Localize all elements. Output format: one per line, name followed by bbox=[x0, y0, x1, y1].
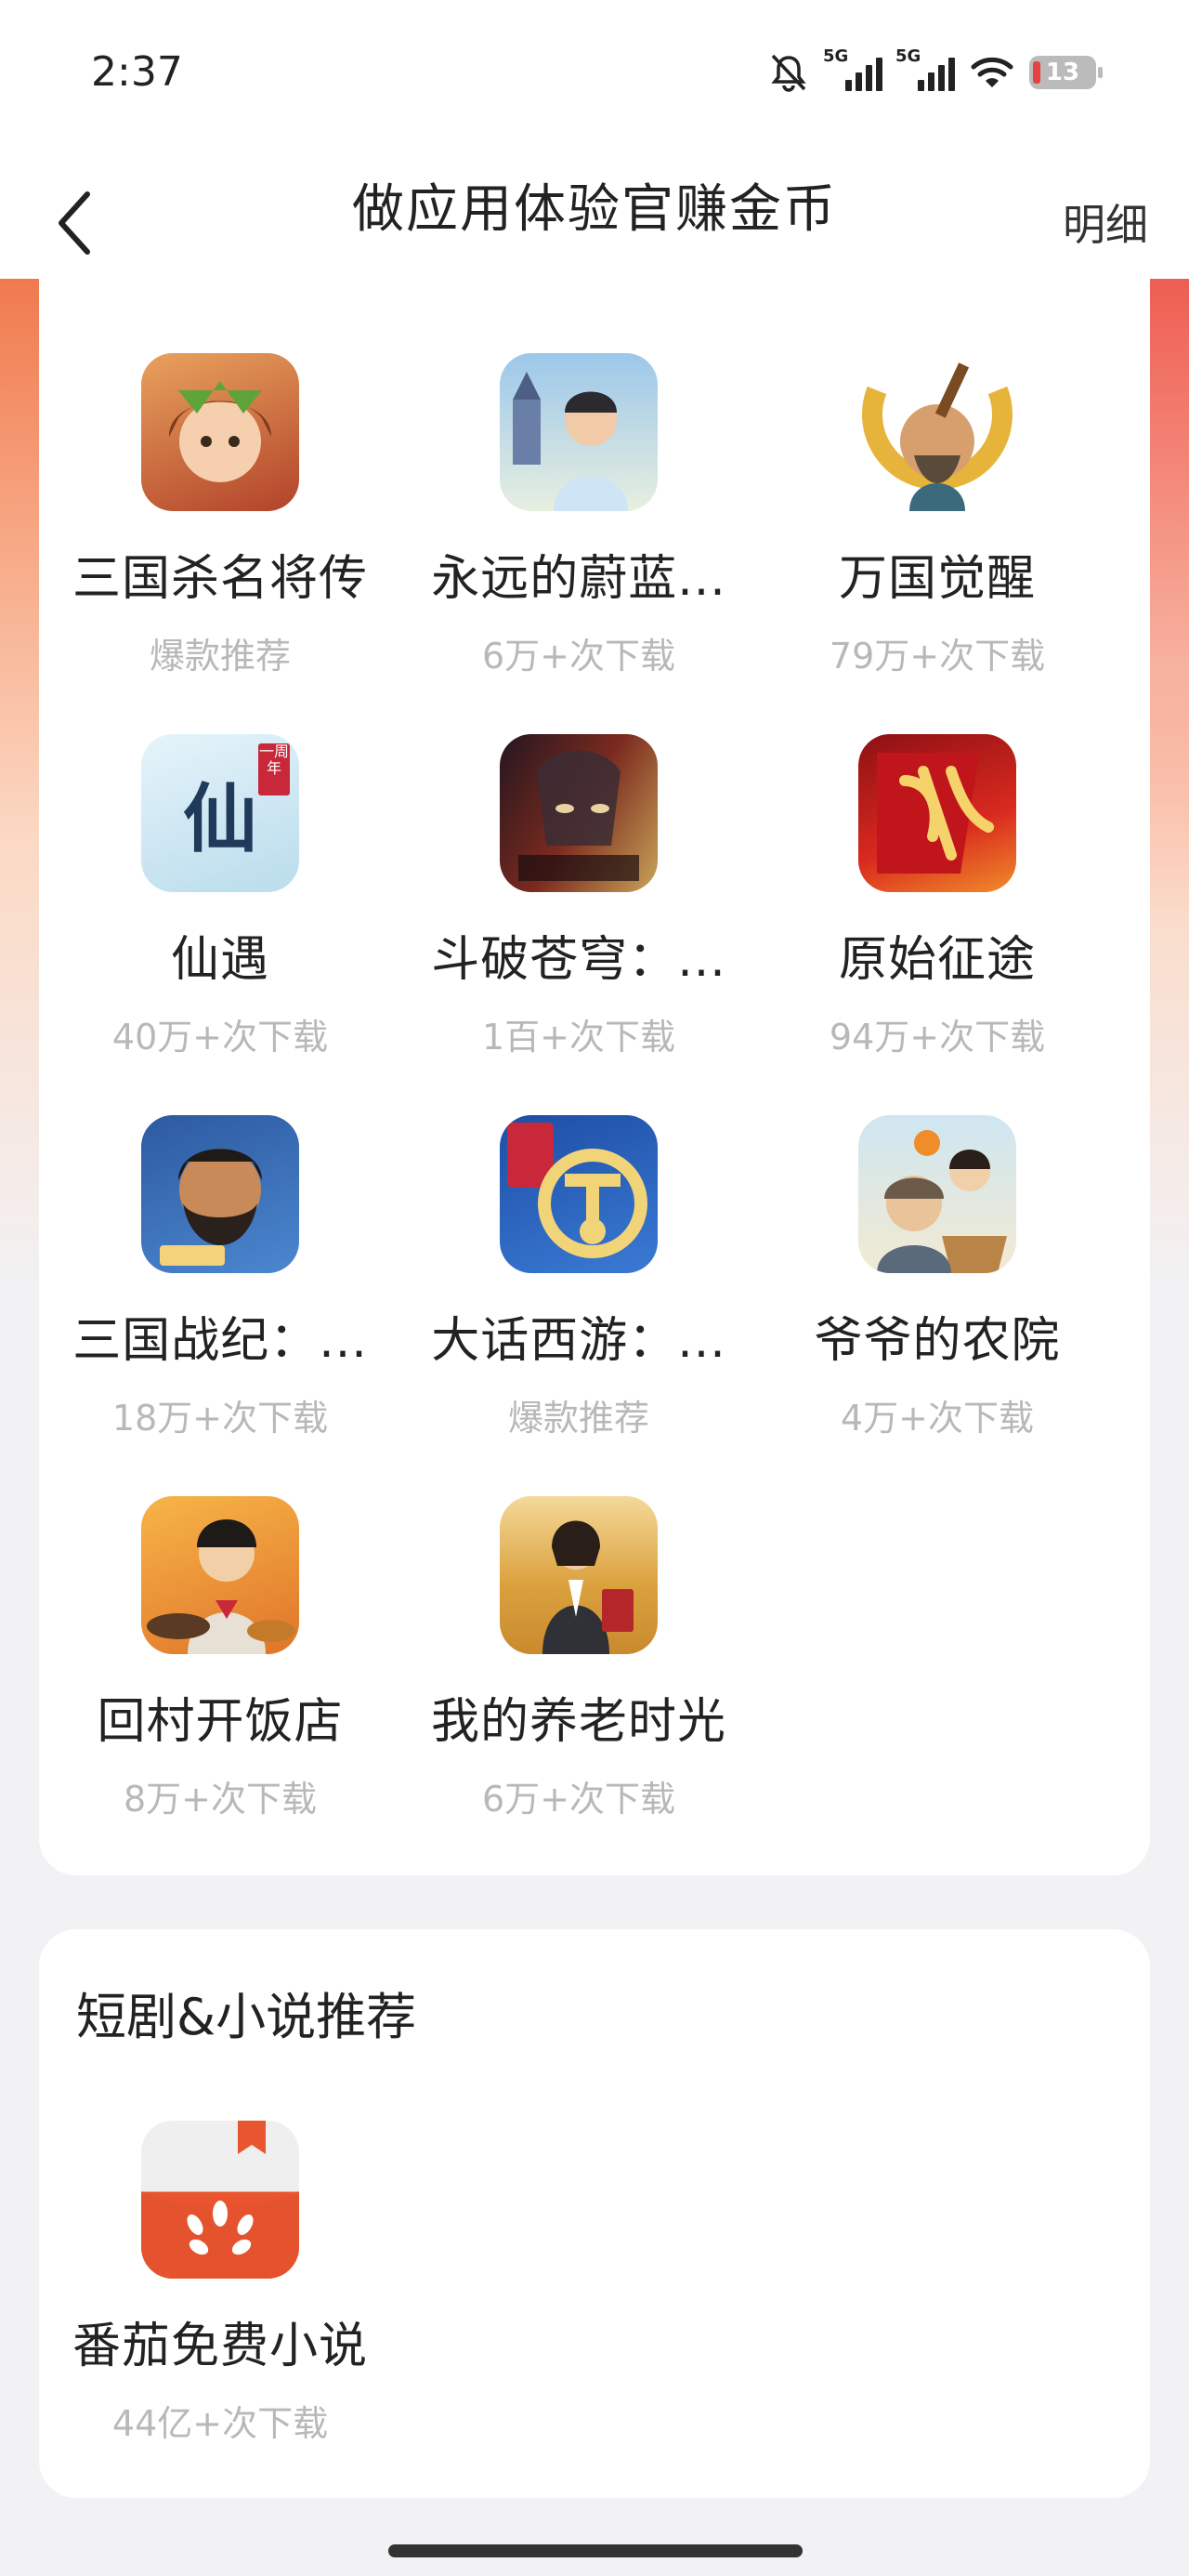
section-title: 短剧&小说推荐 bbox=[76, 1988, 417, 2046]
app-name: 大话西游：... bbox=[431, 1313, 726, 1369]
app-downloads: 6万+次下载 bbox=[481, 1779, 676, 1820]
app-name: 原始征途 bbox=[838, 932, 1036, 988]
app-name: 三国杀名将传 bbox=[72, 551, 368, 607]
page-title: 做应用体验官赚金币 bbox=[352, 179, 837, 240]
app-downloads: 40万+次下载 bbox=[111, 1017, 329, 1058]
signal-2-icon: 5G bbox=[895, 46, 955, 91]
businesswoman-field-icon bbox=[500, 1496, 658, 1654]
signal-1-icon: 5G bbox=[823, 46, 882, 91]
battery-level: 13 bbox=[1045, 59, 1080, 86]
app-downloads: 44亿+次下载 bbox=[111, 2403, 329, 2444]
red-banner-icon bbox=[858, 734, 1016, 892]
app-downloads: 79万+次下载 bbox=[829, 636, 1046, 677]
app-downloads: 18万+次下载 bbox=[111, 1398, 329, 1439]
wifi-icon bbox=[971, 57, 1013, 87]
hero-girl-icon bbox=[141, 353, 299, 511]
app-name: 斗破苍穹：... bbox=[431, 932, 726, 988]
nav-bar: 做应用体验官赚金币 明细 bbox=[0, 158, 1189, 279]
detail-link[interactable]: 明细 bbox=[1063, 191, 1148, 253]
app-item[interactable]: 三国杀名将传 爆款推荐 bbox=[41, 353, 399, 678]
bearded-general-icon bbox=[141, 1115, 299, 1273]
app-name: 我的养老时光 bbox=[430, 1694, 726, 1750]
battery-icon: 13 bbox=[1029, 56, 1103, 89]
app-downloads: 爆款推荐 bbox=[507, 1398, 649, 1439]
app-item[interactable]: 斗破苍穹：... 1百+次下载 bbox=[399, 734, 758, 1059]
app-downloads: 1百+次下载 bbox=[481, 1017, 676, 1058]
games-card: 三国杀名将传 爆款推荐 永远的蔚蓝... 6万+次下载 万国觉醒 79万+次下载… bbox=[39, 242, 1150, 1875]
grandpa-farm-icon bbox=[858, 1115, 1016, 1273]
app-item[interactable]: 仙 一周年 仙遇 40万+次下载 bbox=[41, 734, 399, 1059]
app-item[interactable]: 永远的蔚蓝... 6万+次下载 bbox=[399, 353, 758, 678]
app-item[interactable]: 三国战纪：... 18万+次下载 bbox=[41, 1115, 399, 1440]
app-downloads: 94万+次下载 bbox=[829, 1017, 1046, 1058]
app-item[interactable]: 爷爷的农院 4万+次下载 bbox=[758, 1115, 1117, 1440]
app-downloads: 6万+次下载 bbox=[481, 636, 676, 677]
status-icons: 5G 5G 13 bbox=[767, 46, 1103, 93]
yuanqi-emblem-icon bbox=[500, 1115, 658, 1273]
app-item[interactable]: 万国觉醒 79万+次下载 bbox=[758, 353, 1117, 678]
app-name: 万国觉醒 bbox=[838, 551, 1036, 607]
app-downloads: 爆款推荐 bbox=[149, 636, 291, 677]
castle-man-icon bbox=[500, 353, 658, 511]
village-cook-icon bbox=[141, 1496, 299, 1654]
mute-bell-icon bbox=[771, 54, 806, 92]
app-item[interactable]: 我的养老时光 6万+次下载 bbox=[399, 1496, 758, 1821]
app-name: 番茄免费小说 bbox=[72, 2319, 368, 2374]
clock: 2:37 bbox=[91, 48, 183, 96]
app-item[interactable]: 番茄免费小说 44亿+次下载 bbox=[41, 2121, 399, 2446]
xianyu-calligraphy-icon: 仙 一周年 bbox=[141, 734, 299, 892]
app-item[interactable]: 原始征途 94万+次下载 bbox=[758, 734, 1117, 1059]
sage-warrior-icon bbox=[858, 353, 1016, 511]
app-item[interactable]: 回村开饭店 8万+次下载 bbox=[41, 1496, 399, 1821]
app-downloads: 8万+次下载 bbox=[123, 1779, 318, 1820]
app-name: 三国战纪：... bbox=[72, 1313, 368, 1369]
tomato-book-icon bbox=[141, 2121, 299, 2279]
app-name: 仙遇 bbox=[170, 932, 269, 988]
novel-section-card: 短剧&小说推荐 番茄免费小说 44亿+次下载 bbox=[39, 1929, 1150, 2498]
app-name: 爷爷的农院 bbox=[814, 1313, 1061, 1369]
app-downloads: 4万+次下载 bbox=[840, 1398, 1035, 1439]
app-name: 回村开饭店 bbox=[97, 1694, 344, 1750]
dark-warrior-icon bbox=[500, 734, 658, 892]
app-name: 永远的蔚蓝... bbox=[431, 551, 726, 607]
home-indicator[interactable] bbox=[388, 2544, 803, 2557]
status-bar: 2:37 5G 5G 13 bbox=[0, 0, 1189, 158]
app-item[interactable]: 大话西游：... 爆款推荐 bbox=[399, 1115, 758, 1440]
